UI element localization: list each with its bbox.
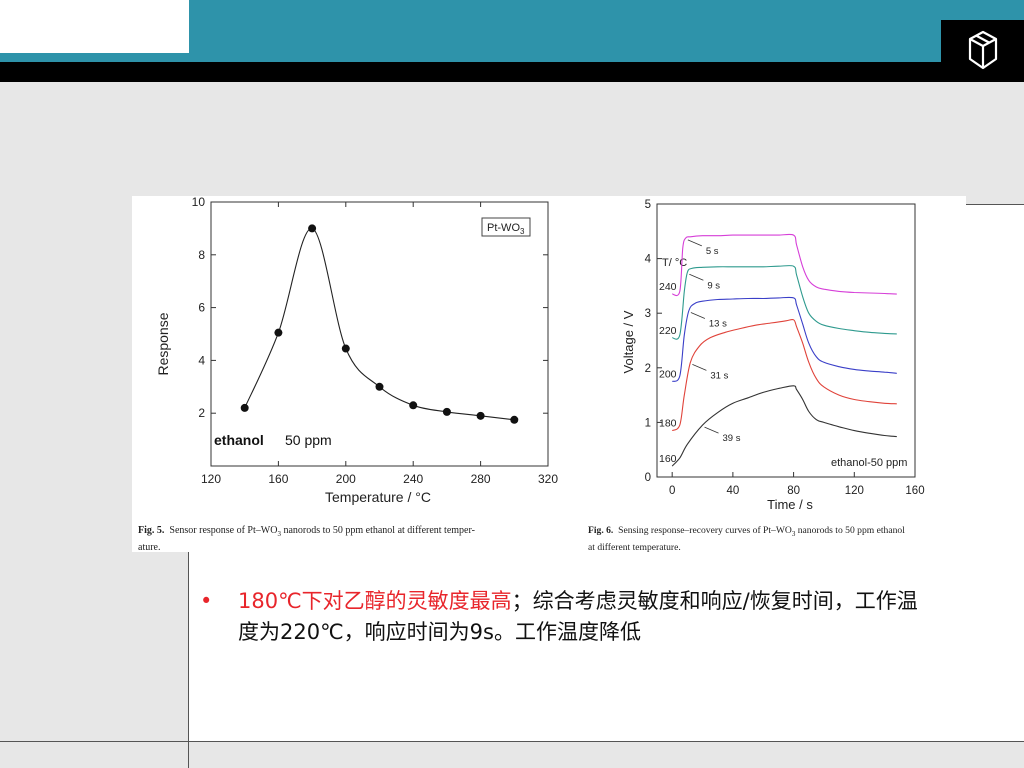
figure6-ytick-label: 1 [645, 417, 651, 429]
figure5-data-point [409, 401, 418, 410]
figure5-ytick-label: 4 [198, 353, 205, 367]
figure5-ytick-label: 6 [198, 301, 205, 315]
figure6-ytick-label: 2 [645, 363, 651, 375]
figure6-response-time: 13 s [709, 318, 727, 329]
figure6-annotation: ethanol-50 ppm [831, 457, 907, 469]
figure6-annotation-leader [692, 363, 707, 371]
figure6-temp-header: T/ °C [662, 257, 687, 269]
figure5-plot-frame [210, 201, 549, 467]
figure5-data-point [308, 224, 317, 233]
figure6-response-time: 31 s [710, 370, 728, 381]
figure5-xtick-label: 160 [268, 472, 288, 486]
figure5-data-point [341, 344, 350, 353]
figure6-xtick-label: 80 [787, 485, 800, 497]
svg-text:Pt-WO3: Pt-WO3 [487, 222, 525, 236]
bullet-text: 180℃下对乙醇的灵敏度最高；综合考虑灵敏度和响应/恢复时间，工作温度为220℃… [238, 586, 918, 648]
figure5-legend-sub: 3 [520, 227, 525, 236]
figure6-xtick-label: 0 [669, 485, 675, 497]
figure5-ytick-label: 10 [192, 196, 206, 209]
figure5-data-point [476, 411, 485, 420]
bullet-marker: • [200, 589, 213, 613]
figure5-chart: Response Temperature / °C Pt-WO3 ethanol… [155, 196, 558, 505]
figure6-xtick-label: 160 [905, 485, 924, 497]
figure6-series-line [671, 385, 897, 467]
figure6-response-time: 9 s [707, 280, 720, 291]
divider-top [966, 204, 1024, 205]
figure6-ylabel: Voltage / V [621, 310, 636, 373]
figure6-annotation-leader [704, 426, 719, 434]
figure5-ytick-label: 8 [198, 248, 205, 262]
figure5-data-point [375, 382, 384, 391]
figure5-annotation-conc: 50 ppm [285, 432, 332, 448]
header-underline [0, 62, 1024, 82]
figure5-xtick-label: 120 [201, 472, 221, 486]
figure5-annotation-gas: ethanol [214, 432, 264, 448]
figure5-caption: Fig. 5. Sensor response of Pt–WO3 nanoro… [138, 524, 588, 554]
figure6-caption-rest: nanorods to 50 ppm ethanol [795, 525, 905, 536]
cube-icon [968, 30, 998, 70]
figure5-caption-label: Fig. 5. [138, 525, 165, 536]
figure5-caption-line2: ature. [138, 542, 161, 553]
figure5-ytick-label: 2 [198, 406, 205, 420]
figure6-series-line [671, 318, 897, 432]
figure6-series-line [671, 233, 897, 297]
figure6-ytick-label: 4 [645, 254, 652, 266]
figure6-caption-label: Fig. 6. [588, 525, 614, 536]
figure5-caption-text: Sensor response of Pt–WO [169, 525, 278, 536]
figure6-series-line [671, 265, 897, 340]
figure6-annotation-leader [689, 273, 704, 281]
logo [941, 20, 1024, 82]
figure6-ytick-label: 3 [645, 308, 651, 320]
figure6-ytick-label: 0 [645, 472, 651, 484]
header-tab [0, 0, 189, 53]
figure5-xtick-label: 280 [471, 472, 491, 486]
figure5-series-line [244, 227, 515, 421]
figure5-data-point [510, 415, 519, 424]
figure6-xlabel: Time / s [767, 497, 813, 512]
figure5-xtick-label: 200 [336, 472, 356, 486]
figure5-data-point [442, 407, 451, 416]
figure6-response-time: 5 s [706, 246, 719, 257]
figure6-series-line [671, 296, 897, 382]
figure-panel: Response Temperature / °C Pt-WO3 ethanol… [132, 196, 966, 554]
figure6-chart: Voltage / V Time / s T/ °C ethanol-50 pp… [621, 199, 925, 512]
figure6-series-label: 240 [659, 281, 677, 293]
figure5-data-point [240, 403, 249, 412]
figure6-xtick-label: 40 [726, 485, 739, 497]
figure5-xtick-label: 320 [538, 472, 558, 486]
figure5-legend-text: Pt-WO [487, 222, 520, 234]
figure5-xlabel: Temperature / °C [325, 489, 431, 505]
figure6-caption-line2: at different temperature. [588, 541, 681, 553]
figure5-ylabel: Response [155, 312, 171, 375]
figure6-series-label: 180 [659, 418, 677, 430]
figure5-caption-rest: nanorods to 50 ppm ethanol at different … [280, 525, 475, 536]
figure5-legend: Pt-WO3 [481, 217, 531, 237]
figure6-series-label: 160 [659, 453, 677, 465]
figure5-data-point [274, 328, 283, 337]
figure5-xtick-label: 240 [403, 472, 423, 486]
figure6-annotation-leader [687, 239, 702, 247]
figure6-annotation-leader [690, 312, 706, 319]
figure6-xtick-label: 120 [845, 485, 864, 497]
figure6-series-label: 220 [659, 325, 677, 337]
divider-bottom [0, 741, 1024, 742]
figure6-response-time: 39 s [723, 433, 741, 444]
bullet-highlight: 180℃下对乙醇的灵敏度最高 [238, 589, 512, 613]
figure6-caption-text: Sensing response–recovery curves of Pt–W… [618, 525, 792, 536]
figure6-plot: 0 40 80 120 160 0 1 2 3 4 5 160 39 s 180 31 s 200 13 s 22… [645, 199, 925, 497]
figure6-plot-frame [656, 203, 916, 478]
figure6-ytick-label: 5 [645, 199, 651, 211]
figure6-caption: Fig. 6. Sensing response–recovery curves… [588, 524, 966, 554]
figure6-series-label: 200 [659, 368, 677, 380]
